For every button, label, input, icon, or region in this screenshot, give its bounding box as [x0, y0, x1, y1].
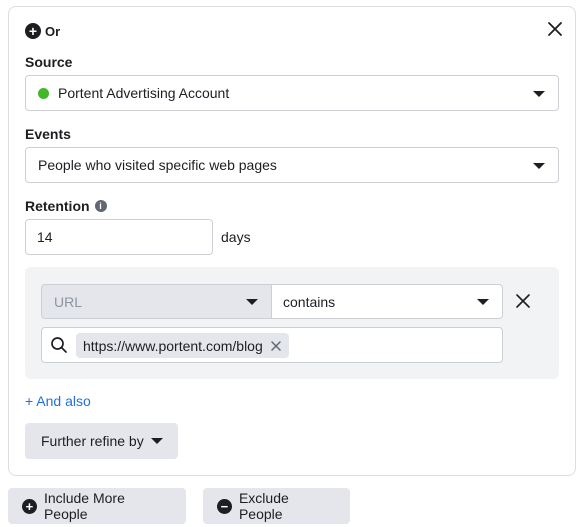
- events-label: Events: [25, 126, 71, 142]
- info-icon[interactable]: i: [94, 200, 107, 213]
- status-dot-icon: [38, 87, 49, 99]
- further-refine-button[interactable]: Further refine by: [25, 423, 178, 459]
- events-value: People who visited specific web pages: [38, 157, 277, 173]
- remove-rule-icon[interactable]: [515, 293, 531, 309]
- retention-unit: days: [221, 229, 251, 245]
- include-more-people-button[interactable]: + Include More People: [8, 488, 186, 524]
- remove-token-icon[interactable]: [271, 340, 281, 351]
- or-label: Or: [45, 23, 61, 39]
- close-icon[interactable]: [546, 20, 564, 38]
- retention-label: Retention i: [25, 198, 107, 214]
- search-icon: [51, 337, 67, 353]
- or-group-header: + Or: [25, 23, 60, 39]
- events-select[interactable]: People who visited specific web pages: [25, 147, 559, 183]
- caret-down-icon: [151, 438, 163, 444]
- caret-down-icon: [246, 299, 258, 305]
- rule-operator-select[interactable]: contains: [271, 284, 503, 319]
- url-token: https://www.portent.com/blog: [76, 333, 289, 358]
- exclude-label: Exclude People: [238, 490, 289, 522]
- retention-input[interactable]: [25, 219, 213, 255]
- rule-operator-value: contains: [283, 293, 336, 310]
- rule-field-value: URL: [54, 293, 83, 310]
- include-more-label: Include More People: [43, 490, 125, 522]
- rule-field-select: URL: [41, 284, 272, 319]
- further-refine-label: Further refine by: [41, 433, 144, 449]
- source-select[interactable]: Portent Advertising Account: [25, 75, 559, 111]
- retention-label-text: Retention: [25, 198, 90, 214]
- source-label: Source: [25, 54, 73, 70]
- source-value: Portent Advertising Account: [58, 85, 230, 101]
- caret-down-icon: [477, 299, 489, 305]
- caret-down-icon: [533, 91, 545, 97]
- caret-down-icon: [533, 163, 545, 169]
- and-also-link[interactable]: + And also: [25, 393, 91, 409]
- url-token-input[interactable]: https://www.portent.com/blog: [41, 327, 503, 363]
- minus-circle-icon: −: [217, 498, 232, 514]
- url-token-text: https://www.portent.com/blog: [83, 337, 263, 354]
- plus-circle-icon: +: [22, 498, 37, 514]
- exclude-people-button[interactable]: − Exclude People: [203, 488, 350, 524]
- plus-circle-icon: +: [25, 23, 41, 39]
